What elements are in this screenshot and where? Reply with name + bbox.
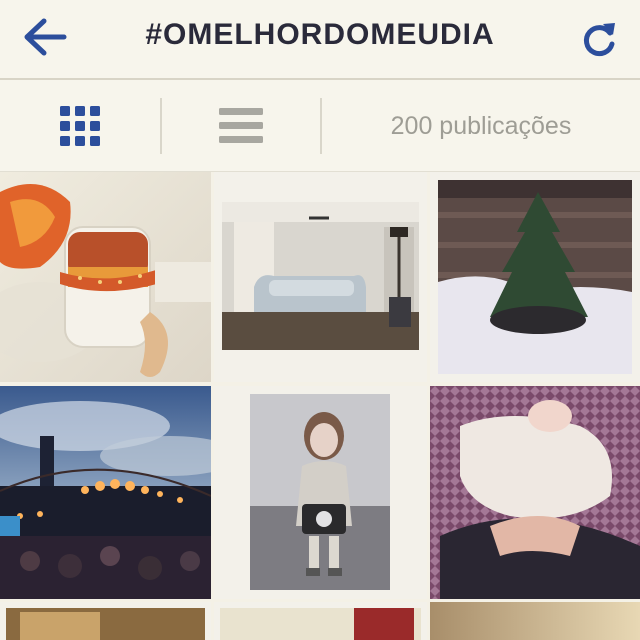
refresh-button[interactable]: [572, 14, 626, 64]
photo-dessert: [0, 172, 211, 382]
tab-grid-view[interactable]: [0, 80, 160, 172]
photo-thumbnail[interactable]: [0, 172, 211, 382]
photo-sunset: [430, 602, 640, 640]
list-view-icon: [219, 108, 263, 143]
photo-doorway: [214, 602, 427, 640]
photo-interior: [0, 602, 211, 640]
photo-girl: [214, 386, 427, 599]
photo-grid: [0, 172, 640, 640]
back-button[interactable]: [18, 14, 72, 60]
photo-thumbnail[interactable]: [214, 172, 427, 382]
photo-snow-tree: [430, 172, 640, 382]
photo-thumbnail[interactable]: [0, 386, 211, 599]
tab-list-view[interactable]: [162, 80, 320, 172]
top-bar: #OMELHORDOMEUDIA: [0, 0, 640, 80]
photo-party: [0, 386, 211, 599]
refresh-icon: [583, 23, 615, 57]
photo-thumbnail[interactable]: [214, 602, 427, 640]
photo-thumbnail[interactable]: [430, 172, 640, 382]
posts-count: 200 publicações: [390, 111, 572, 140]
photo-baby: [430, 386, 640, 599]
photo-living-room: [214, 172, 427, 382]
photo-thumbnail[interactable]: [214, 386, 427, 599]
photo-thumbnail[interactable]: [430, 386, 640, 599]
photo-thumbnail[interactable]: [430, 602, 640, 640]
view-toolbar: 200 publicações: [0, 80, 640, 172]
page-title: #OMELHORDOMEUDIA: [145, 18, 495, 51]
photo-thumbnail[interactable]: [0, 602, 211, 640]
arrow-left-icon: [24, 18, 67, 56]
grid-view-icon: [60, 106, 100, 146]
